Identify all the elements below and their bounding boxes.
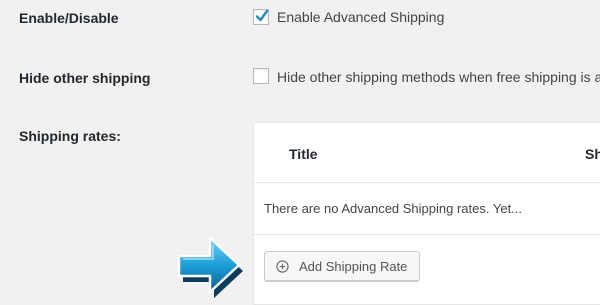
add-shipping-rate-button[interactable]: Add Shipping Rate [264, 251, 420, 281]
header-divider [254, 182, 600, 183]
checkmark-icon [255, 9, 269, 22]
enable-disable-label: Enable/Disable [19, 10, 119, 26]
add-shipping-rate-label: Add Shipping Rate [299, 258, 408, 274]
column-header-shipping: Sh [585, 146, 600, 162]
column-header-title: Title [289, 146, 318, 162]
enable-advanced-shipping-text[interactable]: Enable Advanced Shipping [277, 9, 444, 25]
plus-circle-icon [276, 259, 289, 273]
enable-advanced-shipping-checkbox[interactable] [253, 9, 269, 25]
right-arrow-icon [177, 236, 243, 298]
shipping-rates-table: Title Sh There are no Advanced Shipping … [253, 122, 600, 305]
body-divider [254, 234, 600, 235]
hide-other-shipping-label: Hide other shipping [19, 70, 151, 86]
shipping-rates-label: Shipping rates: [19, 128, 121, 144]
hide-other-shipping-checkbox[interactable] [253, 68, 269, 84]
hide-other-shipping-text[interactable]: Hide other shipping methods when free sh… [277, 69, 600, 85]
empty-rates-message: There are no Advanced Shipping rates. Ye… [264, 201, 523, 216]
